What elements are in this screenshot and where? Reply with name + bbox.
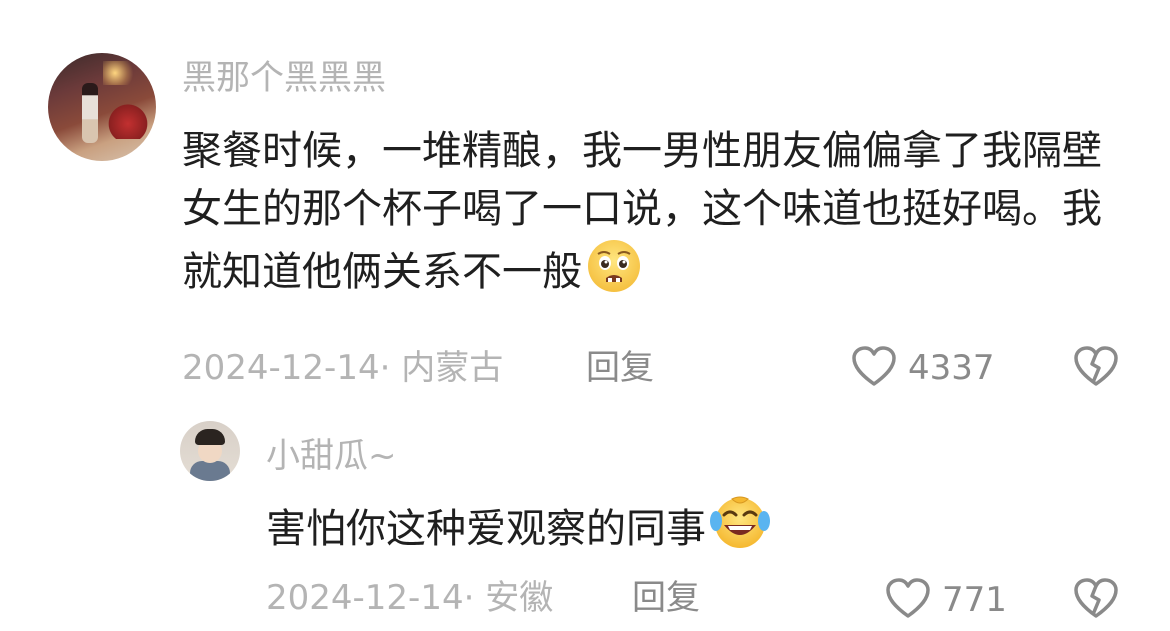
reply-date: 2024-12-14 xyxy=(266,578,464,618)
laughing-crying-emoji xyxy=(710,495,770,567)
reply-text: 害怕你这种爱观察的同事 xyxy=(266,495,1116,567)
comment-meta: 2024-12-14· 内蒙古 xyxy=(182,348,503,388)
meta-separator: · xyxy=(379,348,402,388)
pleading-face-emoji xyxy=(586,238,642,310)
avatar-photo-detail xyxy=(190,461,230,481)
like-count: 771 xyxy=(942,580,1007,620)
like-button[interactable]: 771 xyxy=(884,576,1007,624)
comment-username[interactable]: 黑那个黑黑黑 xyxy=(182,58,386,98)
comment-location: 内蒙古 xyxy=(401,348,504,388)
reply-button[interactable]: 回复 xyxy=(586,348,654,388)
broken-heart-icon xyxy=(1072,346,1120,392)
dislike-button[interactable] xyxy=(1072,576,1120,624)
reply-location: 安徽 xyxy=(485,578,554,618)
avatar-photo-detail xyxy=(195,429,225,445)
heart-icon xyxy=(850,344,898,392)
meta-separator: · xyxy=(463,578,486,618)
comment-text-content: 聚餐时候，一堆精酿，我一男性朋友偏偏拿了我隔壁女生的那个杯子喝了一口说，这个味道… xyxy=(182,128,1102,295)
avatar-photo-detail xyxy=(82,83,98,143)
avatar[interactable] xyxy=(180,421,240,481)
avatar-photo-detail xyxy=(103,61,143,85)
reply-username[interactable]: 小甜瓜~ xyxy=(266,436,397,476)
dislike-button[interactable] xyxy=(1072,344,1120,392)
like-count: 4337 xyxy=(908,348,995,388)
comment-text: 聚餐时候，一堆精酿，我一男性朋友偏偏拿了我隔壁女生的那个杯子喝了一口说，这个味道… xyxy=(182,122,1112,310)
avatar-photo-detail xyxy=(106,101,150,139)
broken-heart-icon xyxy=(1072,578,1120,624)
like-button[interactable]: 4337 xyxy=(850,344,995,392)
reply-text-content: 害怕你这种爱观察的同事 xyxy=(266,506,706,552)
heart-icon xyxy=(884,576,932,624)
reply-button[interactable]: 回复 xyxy=(632,578,700,618)
reply-meta: 2024-12-14· 安徽 xyxy=(266,578,553,618)
comment-date: 2024-12-14 xyxy=(182,348,380,388)
avatar[interactable] xyxy=(48,53,156,161)
